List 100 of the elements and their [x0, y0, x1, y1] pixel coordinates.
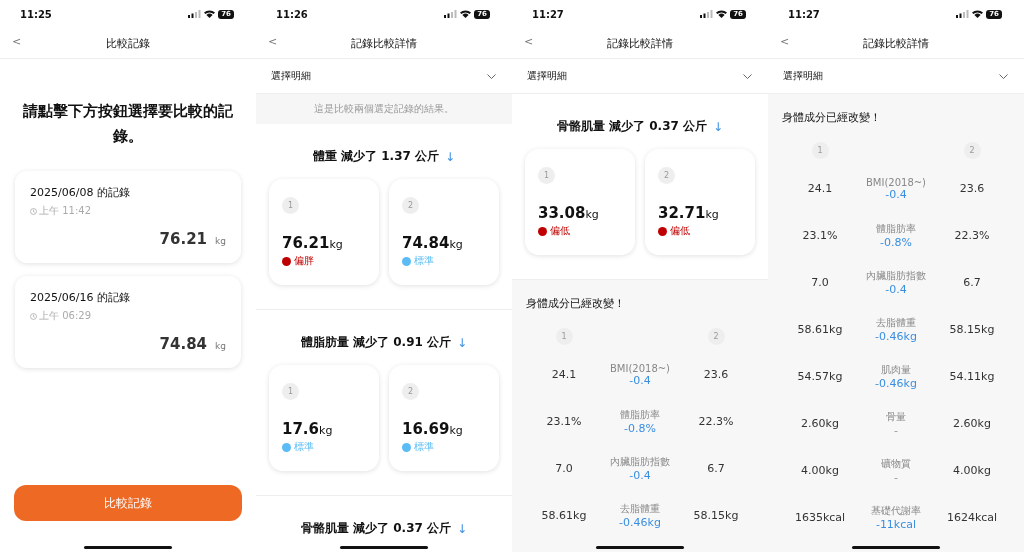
record-index: 1	[282, 197, 299, 214]
record-index: 1	[555, 327, 573, 345]
record-value: 1624kcal	[946, 511, 998, 524]
chevron-down-icon	[743, 73, 752, 79]
record-value: 1635kcal	[794, 511, 846, 524]
wifi-icon	[460, 10, 472, 18]
metric-label: 內臟脂肪指數	[866, 269, 926, 283]
section-heading: 骨骼肌量 減少了 0.37 公斤	[556, 118, 708, 135]
record-index: 2	[707, 327, 725, 345]
metric-label: 基礎代謝率	[871, 504, 921, 518]
metric-change: -0.4	[629, 469, 651, 482]
chevron-down-icon	[999, 73, 1008, 79]
chevron-down-icon	[487, 73, 496, 79]
record-value: 23.1%	[546, 415, 582, 428]
record-value: 58.61kg	[797, 323, 843, 336]
measurement-value: 74.84	[402, 234, 450, 252]
signal-icon	[700, 10, 714, 18]
record-index: 2	[402, 383, 419, 400]
section-heading: 體重 減少了 1.37 公斤	[312, 148, 440, 165]
record-time: 上午 11:42	[39, 204, 91, 218]
metric-change: -0.46kg	[875, 330, 917, 343]
record-value: 54.57kg	[797, 370, 843, 383]
metric-label: 去脂體重	[620, 502, 660, 516]
measurement-value: 76.21	[282, 234, 330, 252]
record-value: 58.61kg	[541, 509, 587, 522]
measurement-value: 17.6	[282, 420, 319, 438]
record-value: 2.60kg	[953, 417, 991, 430]
record-value: 23.6	[959, 182, 985, 195]
page-title: 記錄比較詳情	[863, 35, 929, 51]
record-index: 2	[402, 197, 419, 214]
back-button[interactable]: <	[12, 35, 22, 48]
signal-icon	[956, 10, 970, 18]
composition-heading: 身體成分已經改變！	[782, 110, 882, 125]
status-label: 偏低	[670, 224, 690, 238]
record-value: 6.7	[963, 276, 981, 289]
status-time: 11:25	[20, 8, 52, 20]
measurement-unit: kg	[705, 208, 719, 221]
record-value: 23.6	[703, 368, 729, 381]
composition-heading: 身體成分已經改變！	[526, 296, 626, 311]
instruction-heading: 請點擊下方按鈕選擇要比較的記錄。	[22, 101, 234, 147]
record-card[interactable]: 2025/06/16 的記錄 上午 06:29 74.84 kg	[15, 276, 241, 368]
metric-change: -0.46kg	[619, 516, 661, 529]
metric-label: 骨量	[886, 410, 906, 424]
record-weight: 74.84	[159, 335, 208, 353]
measurement-unit: kg	[585, 208, 599, 221]
metric-label: BMI(2018~)	[609, 362, 671, 374]
record-time: 上午 06:29	[39, 309, 91, 323]
status-time: 11:26	[276, 8, 308, 20]
record-weight: 76.21	[159, 230, 208, 248]
record-value: 58.15kg	[693, 509, 739, 522]
wifi-icon	[204, 10, 216, 18]
record-value: 22.3%	[954, 229, 990, 242]
metric-label: 去脂體重	[876, 316, 916, 330]
status-label: 偏胖	[294, 254, 314, 268]
decrease-arrow: ↓	[457, 521, 468, 536]
metric-change: -	[894, 424, 898, 437]
status-label: 偏低	[550, 224, 570, 238]
record-value: 54.11kg	[949, 370, 995, 383]
record-date: 2025/06/08 的記錄	[30, 185, 131, 200]
page-title: 記錄比較詳情	[607, 35, 673, 51]
record-date: 2025/06/16 的記錄	[30, 290, 131, 305]
metric-change: -11kcal	[875, 518, 917, 531]
section-heading: 骨骼肌量 減少了 0.37 公斤	[300, 520, 452, 537]
status-label: 標準	[414, 440, 434, 454]
record-value: 22.3%	[698, 415, 734, 428]
record-card[interactable]: 2025/06/08 的記錄 上午 11:42 76.21 kg	[15, 171, 241, 263]
clock-icon	[30, 207, 37, 215]
back-button[interactable]: <	[780, 35, 790, 48]
metric-change: -0.8%	[624, 422, 656, 435]
decrease-arrow: ↓	[457, 335, 468, 350]
record-value: 4.00kg	[953, 464, 991, 477]
metric-label: 礦物質	[881, 457, 911, 471]
status-label: 標準	[294, 440, 314, 454]
metric-label: 體脂肪率	[620, 408, 660, 422]
metric-label: BMI(2018~)	[865, 176, 927, 188]
signal-icon	[188, 10, 202, 18]
back-button[interactable]: <	[268, 35, 278, 48]
record-index: 2	[963, 141, 981, 159]
wifi-icon	[716, 10, 728, 18]
weight-unit: kg	[215, 236, 226, 246]
metric-label: 體脂肪率	[876, 222, 916, 236]
measurement-value: 33.08	[538, 204, 586, 222]
section-heading: 體脂肪量 減少了 0.91 公斤	[300, 334, 452, 351]
back-button[interactable]: <	[524, 35, 534, 48]
metric-label: 肌肉量	[881, 363, 911, 377]
record-value: 24.1	[551, 368, 577, 381]
weight-unit: kg	[215, 341, 226, 351]
record-index: 1	[538, 167, 555, 184]
record-index: 1	[811, 141, 829, 159]
status-time: 11:27	[788, 8, 820, 20]
metric-change: -0.4	[629, 373, 651, 387]
metric-change: -0.8%	[880, 236, 912, 249]
page-title: 比較記錄	[106, 35, 150, 51]
measurement-value: 32.71	[658, 204, 706, 222]
metric-label: 內臟脂肪指數	[610, 455, 670, 469]
info-banner: 這是比較兩個選定記錄的結果。	[256, 94, 512, 124]
record-value: 7.0	[811, 276, 829, 289]
decrease-arrow: ↓	[445, 149, 456, 164]
measurement-unit: kg	[449, 238, 463, 251]
record-value: 2.60kg	[801, 417, 839, 430]
